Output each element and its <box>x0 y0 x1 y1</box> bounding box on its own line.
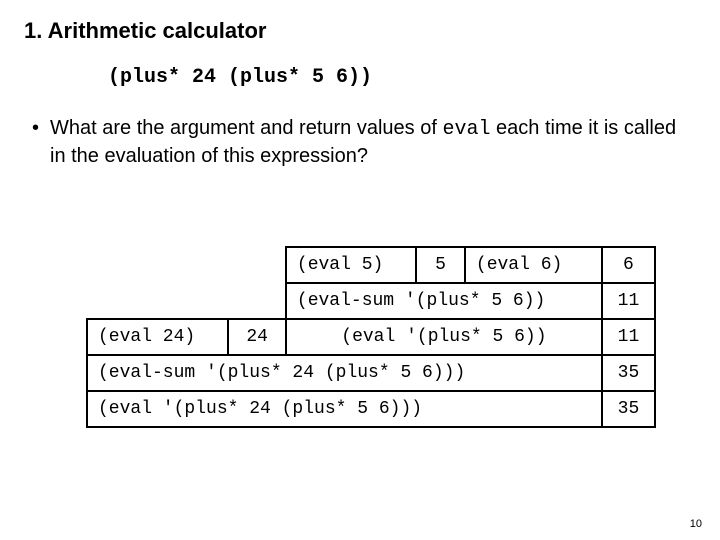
table-row: (eval-sum '(plus* 24 (plus* 5 6))) 35 <box>87 355 655 391</box>
bullet-dot: • <box>32 115 50 142</box>
cell-val35b: 35 <box>602 391 655 427</box>
bullet-mono: eval <box>442 118 490 141</box>
cell-evalsumfull: (eval-sum '(plus* 24 (plus* 5 6))) <box>87 355 602 391</box>
bullet-item: • What are the argument and return value… <box>32 115 696 170</box>
cell-val11a: 11 <box>602 283 655 319</box>
empty-cell <box>228 283 285 319</box>
cell-evalsum56: (eval-sum '(plus* 5 6)) <box>286 283 602 319</box>
cell-val24: 24 <box>228 319 285 355</box>
cell-eval6: (eval 6) <box>465 247 602 283</box>
cell-evalplus56: (eval '(plus* 5 6)) <box>286 319 602 355</box>
cell-val6: 6 <box>602 247 655 283</box>
cell-val35a: 35 <box>602 355 655 391</box>
empty-cell <box>228 247 285 283</box>
cell-eval5: (eval 5) <box>286 247 416 283</box>
main-expression: (plus* 24 (plus* 5 6)) <box>108 66 696 89</box>
cell-val11b: 11 <box>602 319 655 355</box>
page-number: 10 <box>690 518 702 530</box>
cell-val5: 5 <box>416 247 465 283</box>
table-row: (eval 5) 5 (eval 6) 6 <box>87 247 655 283</box>
empty-cell <box>87 247 228 283</box>
empty-cell <box>87 283 228 319</box>
slide: 1. Arithmetic calculator (plus* 24 (plus… <box>0 0 720 228</box>
slide-title: 1. Arithmetic calculator <box>24 18 696 44</box>
table-row: (eval-sum '(plus* 5 6)) 11 <box>87 283 655 319</box>
bullet-text: What are the argument and return values … <box>50 115 696 170</box>
table-row: (eval 24) 24 (eval '(plus* 5 6)) 11 <box>87 319 655 355</box>
cell-eval24: (eval 24) <box>87 319 228 355</box>
eval-stair-table: (eval 5) 5 (eval 6) 6 (eval-sum '(plus* … <box>86 246 656 428</box>
cell-evalfull: (eval '(plus* 24 (plus* 5 6))) <box>87 391 602 427</box>
table-row: (eval '(plus* 24 (plus* 5 6))) 35 <box>87 391 655 427</box>
bullet-pre: What are the argument and return values … <box>50 117 442 139</box>
